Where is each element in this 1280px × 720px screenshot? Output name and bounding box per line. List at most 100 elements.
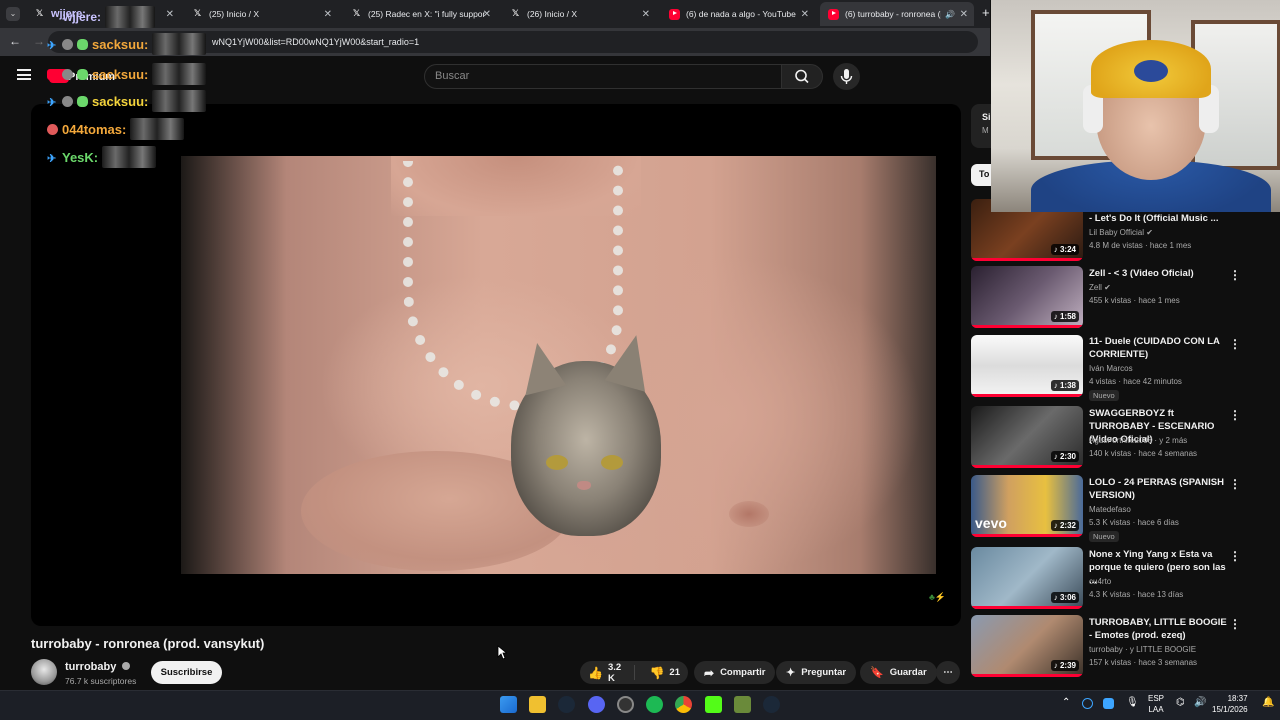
chat-message: ✈ YesK: (47, 146, 157, 168)
kick-icon[interactable] (705, 696, 722, 713)
recommendation-title: - Let's Do It (Official Music ... (1089, 213, 1219, 224)
tab-de-nada-a-algo[interactable]: (6) de nada a algo - YouTube ✕ (661, 2, 815, 26)
tray-app-icon[interactable] (1082, 698, 1093, 709)
more-vertical-icon[interactable]: ⋮ (1229, 549, 1241, 563)
tab-radec[interactable]: 𝕏 (25) Radec en X: "i fully suppor ✕ (343, 2, 497, 26)
recommendation-item[interactable]: ♪ 1:38 11- Duele (CUIDADO CON LA CORRIEN… (971, 335, 1261, 401)
video-thumbnail: ♪ 2:30 (971, 406, 1083, 468)
forward-arrow-icon[interactable]: → (33, 34, 45, 48)
volume-icon[interactable]: 🔊 (1194, 697, 1206, 708)
recommendation-item[interactable]: ♪ 1:58 Zell - < 3 (Video Oficial) Zell ✔… (971, 266, 1261, 332)
tray-shield-icon[interactable] (1103, 698, 1114, 709)
back-arrow-icon[interactable]: ← (9, 34, 21, 48)
vevo-logo: vevo (975, 515, 1007, 531)
tab-inicio-x-26[interactable]: 𝕏 (26) Inicio / X ✕ (502, 2, 656, 26)
mouse-cursor-icon (497, 645, 507, 660)
taskbar-clock[interactable]: 18:37 15/1/2026 (1212, 693, 1248, 715)
steam-icon[interactable] (558, 696, 575, 713)
more-horizontal-icon: ⋯ (943, 667, 953, 678)
frog-badge-icon (77, 38, 88, 50)
new-badge: Nuevo (1089, 390, 1119, 401)
steam-icon[interactable] (763, 696, 780, 713)
moderator-badge-icon (62, 38, 73, 50)
notification-icon[interactable]: 🔔 (1262, 697, 1274, 708)
chat-message: wjjere: (47, 6, 156, 28)
share-button[interactable]: ➦ Compartir (694, 661, 776, 684)
channel-name[interactable]: turrobaby (65, 661, 131, 673)
video-title: turrobaby - ronronea (prod. vansykut) (31, 636, 265, 651)
chevron-up-icon[interactable]: ⌃ (1062, 697, 1070, 708)
save-button[interactable]: 🔖 Guardar (860, 661, 937, 684)
like-dislike-group: 👍 3.2 K 👎 21 (580, 661, 688, 684)
frog-badge-icon (77, 68, 88, 80)
close-icon[interactable]: ✕ (960, 9, 968, 20)
app-icon[interactable] (617, 696, 634, 713)
more-vertical-icon[interactable]: ⋮ (1229, 337, 1241, 351)
chrome-icon[interactable] (675, 696, 692, 713)
verified-icon: ✔ (1104, 283, 1111, 292)
recommendation-item[interactable]: ♪ 2:39 TURROBABY, LITTLE BOOGIE - Emotes… (971, 615, 1261, 681)
video-player[interactable]: ♣⚡ (31, 104, 961, 626)
chip-all[interactable]: To (971, 164, 991, 186)
recommendation-channel: AgusFortnite2008 · y 2 más (1089, 436, 1188, 445)
tab-title: (6) turrobaby - ronronea (p (845, 9, 941, 19)
close-icon[interactable]: ✕ (801, 9, 809, 20)
recommendation-item[interactable]: vevo ♪ 2:32 LOLO - 24 PERRAS (SPANISH VE… (971, 475, 1261, 542)
spotify-icon[interactable] (646, 696, 663, 713)
close-icon[interactable]: ✕ (166, 9, 174, 20)
recommendation-item[interactable]: ♪ 2:30 SWAGGERBOYZ ft TURROBABY - ESCENA… (971, 406, 1261, 472)
windows-start-icon[interactable] (500, 696, 517, 713)
language-indicator[interactable]: ESP LAA (1148, 693, 1164, 715)
video-thumbnail: ♪ 3:06 (971, 547, 1083, 609)
network-icon[interactable]: ⌬ (1176, 697, 1185, 708)
tab-search-dropdown-icon[interactable]: ⌄ (6, 7, 20, 21)
microphone-tray-icon[interactable]: 🎙 (1126, 697, 1139, 708)
duration-badge: ♪ 1:38 (1050, 380, 1079, 391)
recommendation-channel: Matedefaso (1089, 505, 1131, 514)
subscriber-badge-icon (47, 123, 58, 135)
minecraft-icon[interactable] (734, 696, 751, 713)
pin-badge-icon: ✈ (47, 96, 57, 109)
sidebar-scrollbar[interactable] (1270, 212, 1278, 687)
file-explorer-icon[interactable] (529, 696, 546, 713)
subscribe-button[interactable]: Suscribirse (151, 661, 222, 684)
speaker-icon[interactable]: 🔊 (945, 10, 955, 19)
more-vertical-icon[interactable]: ⋮ (1229, 408, 1241, 422)
webcam-overlay (991, 0, 1280, 212)
close-icon[interactable]: ✕ (324, 9, 332, 20)
ask-button[interactable]: ✦ Preguntar (776, 661, 857, 684)
sidebar-top-card[interactable]: Si M (971, 104, 991, 148)
microphone-icon (840, 69, 853, 84)
voice-search-button[interactable] (833, 63, 860, 90)
emote-image (152, 63, 207, 85)
thumbs-down-icon: 👎 (649, 665, 665, 680)
bookmark-icon: 🔖 (870, 667, 884, 679)
close-icon[interactable]: ✕ (483, 9, 491, 20)
chat-message: sacksuu: (47, 63, 207, 85)
close-icon[interactable]: ✕ (642, 9, 650, 20)
discord-icon[interactable] (588, 696, 605, 713)
duration-badge: ♪ 2:32 (1050, 520, 1079, 531)
tab-turrobaby[interactable]: (6) turrobaby - ronronea (p 🔊 ✕ (820, 2, 974, 26)
more-actions-button[interactable]: ⋯ (936, 661, 960, 684)
chat-username: sacksuu: (92, 66, 149, 82)
search-button[interactable] (781, 64, 823, 89)
like-button[interactable]: 👍 3.2 K (580, 662, 636, 684)
search-input[interactable]: Buscar (424, 64, 782, 89)
more-vertical-icon[interactable]: ⋮ (1229, 617, 1241, 631)
chat-username: sacksuu: (92, 93, 149, 109)
recommendation-item[interactable]: ♪ 3:06 None x Ying Yang x Esta va porque… (971, 547, 1261, 613)
recommendation-meta: 455 k vistas · hace 1 mes (1089, 296, 1180, 305)
more-vertical-icon[interactable]: ⋮ (1229, 477, 1241, 491)
sparkle-icon: ✦ (786, 667, 796, 679)
new-tab-button[interactable]: + (982, 5, 990, 20)
more-vertical-icon[interactable]: ⋮ (1229, 268, 1241, 282)
recommendation-channel: Iván Marcos (1089, 364, 1133, 373)
tab-title: (26) Inicio / X (527, 9, 578, 19)
dislike-button[interactable]: 👎 21 (641, 666, 688, 680)
channel-avatar[interactable] (31, 659, 57, 685)
new-badge: Nuevo (1089, 531, 1119, 542)
emote-image (152, 90, 207, 112)
tab-inicio-x-25[interactable]: 𝕏 (25) Inicio / X ✕ (184, 2, 338, 26)
tab-title: (25) Inicio / X (209, 9, 260, 19)
